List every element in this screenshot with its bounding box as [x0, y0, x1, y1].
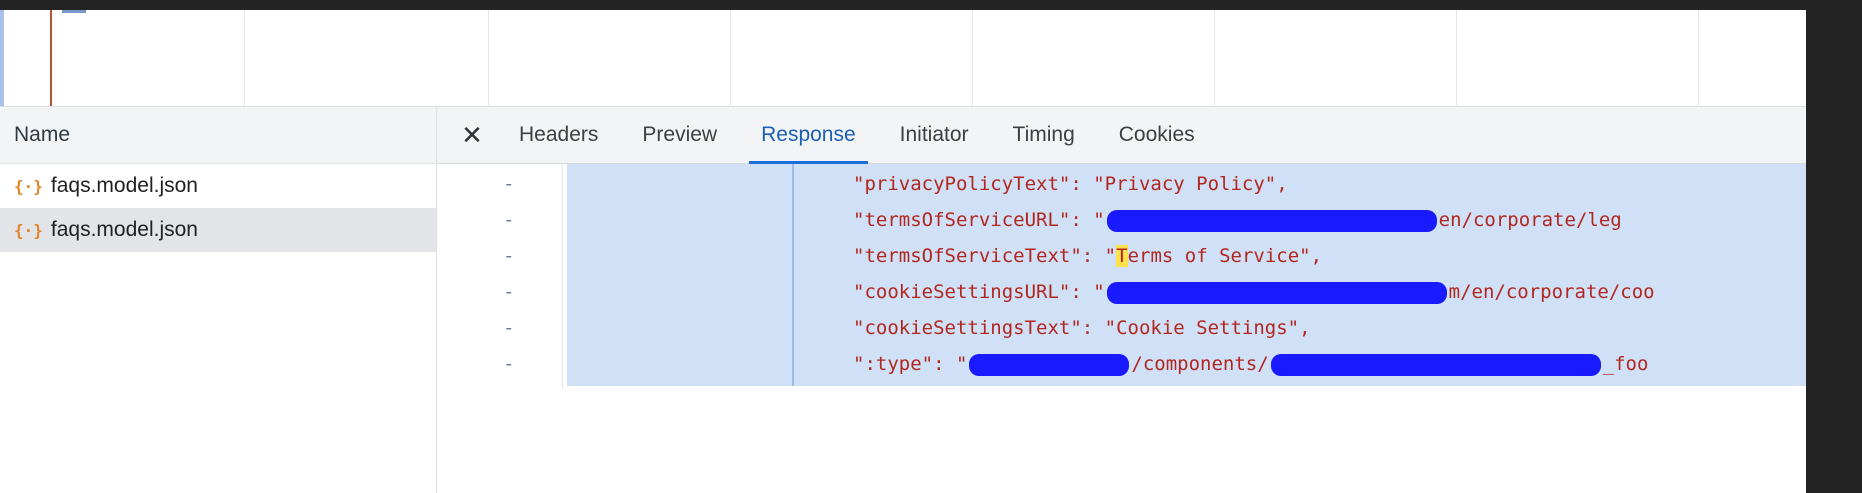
waterfall-selection-edge — [0, 10, 4, 106]
tab-preview[interactable]: Preview — [620, 107, 739, 163]
redaction-scribble — [1270, 353, 1601, 376]
waterfall-gridline — [1214, 10, 1215, 106]
top-strip — [0, 0, 1862, 10]
waterfall-gridline — [244, 10, 245, 106]
details-tab-bar: ✕ Headers Preview Response Initiator Tim… — [437, 107, 1806, 164]
code-text: "termsOfServiceURL": " en/corporate/leg — [853, 209, 1622, 232]
fold-marker: - — [503, 281, 515, 303]
tab-headers[interactable]: Headers — [497, 107, 620, 163]
waterfall-gridline — [972, 10, 973, 106]
code-text: "cookieSettingsURL": " m/en/corporate/coo — [853, 281, 1655, 304]
code-text: "termsOfServiceText": "Terms of Service"… — [853, 245, 1323, 267]
fold-marker: - — [503, 353, 515, 375]
tab-timing[interactable]: Timing — [991, 107, 1097, 163]
highlight-mark: T — [1116, 245, 1128, 267]
request-row[interactable]: {·} faqs.model.json — [0, 164, 436, 208]
redaction-scribble — [1106, 281, 1447, 304]
redaction-scribble — [969, 353, 1130, 376]
request-name: faqs.model.json — [50, 218, 198, 241]
code-text: "cookieSettingsText": "Cookie Settings", — [853, 317, 1311, 339]
request-name: faqs.model.json — [50, 174, 198, 197]
tab-initiator[interactable]: Initiator — [878, 107, 991, 163]
gutter-divider — [562, 164, 563, 389]
fold-marker: - — [503, 317, 515, 339]
name-column-header[interactable]: Name — [0, 107, 436, 164]
waterfall-overview[interactable] — [0, 10, 1806, 107]
request-name-column: Name {·} faqs.model.json {·} faqs.model.… — [0, 107, 437, 493]
code-text: "privacyPolicyText": "Privacy Policy", — [853, 173, 1288, 195]
window-right-edge — [1806, 0, 1862, 493]
waterfall-gridline — [1698, 10, 1699, 106]
tab-cookies[interactable]: Cookies — [1097, 107, 1217, 163]
tab-response[interactable]: Response — [739, 107, 878, 164]
close-details-button[interactable]: ✕ — [447, 107, 497, 163]
waterfall-gridline — [1456, 10, 1457, 106]
waterfall-tick — [62, 10, 86, 13]
fold-marker: - — [503, 173, 515, 195]
redaction-scribble — [1106, 209, 1437, 232]
fold-marker: - — [503, 245, 515, 267]
request-row-selected[interactable]: {·} faqs.model.json — [0, 208, 436, 252]
request-details-panel: ✕ Headers Preview Response Initiator Tim… — [437, 107, 1806, 493]
waterfall-load-marker — [50, 10, 52, 106]
waterfall-gridline — [730, 10, 731, 106]
code-text: ":type": "/components/_foo — [853, 353, 1649, 376]
indent-guide — [792, 164, 794, 386]
json-file-icon: {·} — [14, 220, 43, 240]
waterfall-gridline — [488, 10, 489, 106]
response-body[interactable]: - "privacyPolicyText": "Privacy Policy",… — [437, 164, 1806, 493]
json-file-icon: {·} — [14, 176, 43, 196]
fold-marker: - — [503, 209, 515, 231]
